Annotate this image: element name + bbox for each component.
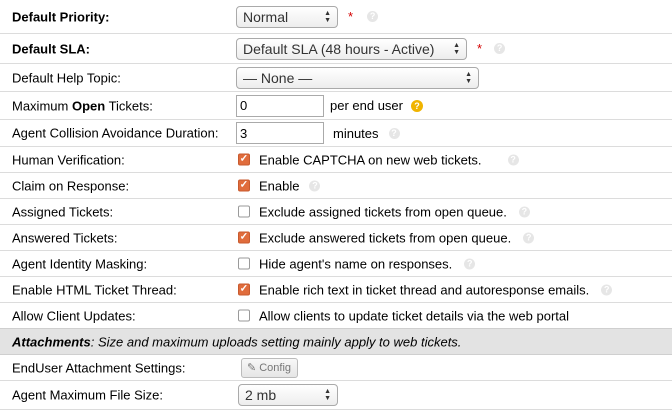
hide-agent-name-label: Hide agent's name on responses. (259, 256, 453, 271)
default-help-topic-label: Default Help Topic: (12, 70, 121, 85)
select-arrows-icon: ▲ ▼ (324, 9, 331, 24)
help-icon[interactable]: ? (388, 127, 400, 139)
claim-on-response-label: Claim on Response: (12, 178, 130, 193)
row-agent-identity-masking: Agent Identity Masking: Hide agent's nam… (0, 251, 672, 277)
collision-duration-suffix: minutes (333, 125, 379, 141)
agent-max-file-size-value: 2 mb (245, 387, 277, 403)
hide-agent-name-checkbox[interactable] (238, 257, 250, 270)
exclude-assigned-label: Exclude assigned tickets from open queue… (259, 204, 507, 219)
label-text: Maximum (12, 98, 72, 113)
attachments-section-header: Attachments: Size and maximum uploads se… (0, 328, 672, 355)
attachments-title: Attachments (12, 334, 91, 349)
max-open-tickets-input[interactable]: 0 (236, 94, 324, 117)
help-icon[interactable]: ? (464, 258, 476, 269)
claim-checkbox[interactable] (238, 179, 250, 192)
row-answered-tickets: Answered Tickets: Exclude answered ticke… (0, 225, 672, 251)
config-button-label: Config (259, 361, 292, 374)
edit-icon: ✎ (247, 362, 257, 374)
select-arrows-icon: ▲ ▼ (453, 41, 460, 56)
row-human-verification: Human Verification: Enable CAPTCHA on ne… (0, 147, 672, 173)
row-assigned-tickets: Assigned Tickets: Exclude assigned ticke… (0, 199, 672, 225)
human-verification-label: Human Verification: (12, 152, 125, 167)
enduser-attachment-label: EndUser Attachment Settings: (12, 360, 186, 375)
captcha-checkbox[interactable] (238, 153, 250, 166)
row-allow-client-updates: Allow Client Updates: Allow clients to u… (0, 303, 672, 328)
row-max-open-tickets: Maximum Open Tickets: 0 per end user ? (0, 92, 672, 120)
allow-client-updates-text: Allow clients to update ticket details v… (259, 308, 570, 323)
row-collision-duration: Agent Collision Avoidance Duration: 3 mi… (0, 120, 672, 147)
row-default-priority: Default Priority: Normal ▲ ▼ * ? (0, 0, 672, 34)
row-enduser-attachment: EndUser Attachment Settings: ✎ Config (0, 355, 672, 381)
help-icon[interactable]: ? (523, 232, 535, 243)
rich-text-label: Enable rich text in ticket thread and au… (259, 282, 590, 297)
default-sla-label: Default SLA: (12, 41, 90, 56)
agent-max-file-size-label: Agent Maximum File Size: (12, 387, 163, 403)
required-marker: * (477, 41, 483, 56)
label-text: Tickets: (105, 98, 153, 113)
max-open-tickets-label: Maximum Open Tickets: (12, 98, 153, 113)
claim-checkbox-label: Enable (259, 178, 300, 193)
help-icon[interactable]: ? (309, 180, 321, 191)
help-icon[interactable]: ? (494, 43, 506, 54)
max-open-tickets-suffix: per end user (330, 98, 403, 113)
default-sla-value: Default SLA (48 hours - Active) (243, 40, 435, 57)
collision-duration-label: Agent Collision Avoidance Duration: (12, 125, 219, 141)
answered-tickets-label: Answered Tickets: (12, 230, 118, 245)
select-arrows-icon: ▲ ▼ (324, 388, 331, 402)
agent-identity-masking-label: Agent Identity Masking: (12, 256, 148, 271)
row-claim-on-response: Claim on Response: Enable ? (0, 173, 672, 199)
config-button[interactable]: ✎ Config (241, 357, 299, 378)
allow-client-updates-checkbox[interactable] (238, 309, 250, 322)
exclude-answered-checkbox[interactable] (238, 231, 250, 244)
allow-client-updates-label: Allow Client Updates: (12, 308, 136, 323)
select-arrows-icon: ▲ ▼ (465, 70, 472, 85)
collision-duration-input[interactable]: 3 (236, 122, 324, 144)
default-help-topic-select[interactable]: — None — ▲ ▼ (236, 66, 479, 89)
attachments-section-text: Attachments: Size and maximum uploads se… (12, 334, 461, 349)
rich-text-checkbox[interactable] (238, 283, 250, 296)
default-priority-label: Default Priority: (12, 9, 110, 24)
help-icon[interactable]: ? (601, 284, 613, 295)
default-priority-select[interactable]: Normal ▲ ▼ (236, 5, 338, 28)
help-icon[interactable]: ? (518, 206, 530, 217)
html-ticket-thread-label: Enable HTML Ticket Thread: (12, 282, 177, 297)
row-default-sla: Default SLA: Default SLA (48 hours - Act… (0, 34, 672, 64)
assigned-tickets-label: Assigned Tickets: (12, 204, 114, 219)
row-agent-max-file-size: Agent Maximum File Size: 2 mb ▲ ▼ (0, 381, 672, 410)
exclude-answered-label: Exclude answered tickets from open queue… (259, 230, 512, 245)
row-html-ticket-thread: Enable HTML Ticket Thread: Enable rich t… (0, 277, 672, 303)
captcha-checkbox-label: Enable CAPTCHA on new web tickets. (259, 152, 482, 167)
default-priority-value: Normal (243, 8, 289, 25)
warning-help-icon[interactable]: ? (411, 99, 423, 112)
agent-max-file-size-select[interactable]: 2 mb ▲ ▼ (238, 384, 338, 406)
row-default-help-topic: Default Help Topic: — None — ▲ ▼ (0, 64, 672, 92)
label-bold-text: Open (71, 98, 106, 113)
default-help-topic-value: — None — (243, 69, 313, 86)
attachments-description: : Size and maximum uploads setting mainl… (90, 334, 462, 349)
help-icon[interactable]: ? (367, 11, 379, 22)
exclude-assigned-checkbox[interactable] (238, 205, 250, 218)
required-marker: * (348, 9, 354, 24)
default-sla-select[interactable]: Default SLA (48 hours - Active) ▲ ▼ (236, 37, 467, 60)
help-icon[interactable]: ? (507, 154, 519, 165)
